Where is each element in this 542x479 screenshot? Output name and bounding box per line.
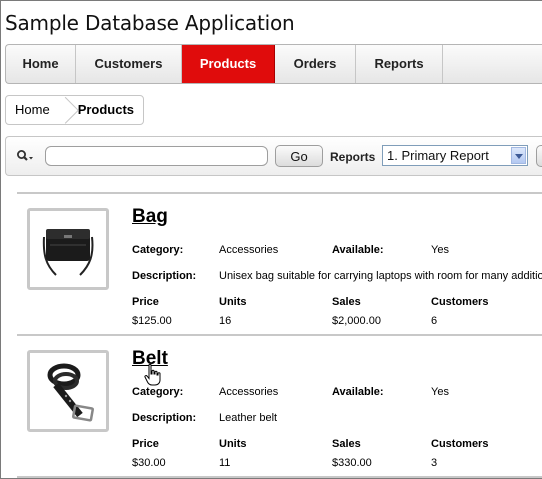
category-value: Accessories [219, 244, 279, 256]
product-name-link[interactable]: Bag [132, 206, 168, 228]
available-value: Yes [431, 244, 449, 256]
available-label: Available: [332, 386, 384, 398]
search-toolbar: Go Reports 1. Primary Report [5, 136, 542, 176]
price-label: Price [132, 296, 159, 308]
app-window: Sample Database Application Home Custome… [0, 0, 542, 479]
tab-home[interactable]: Home [6, 45, 76, 83]
price-value: $30.00 [132, 457, 166, 469]
main-nav-tabs: Home Customers Products Orders Reports [5, 44, 542, 84]
description-label: Description: [132, 412, 197, 424]
chevron-down-icon[interactable] [511, 147, 526, 164]
price-label: Price [132, 438, 159, 450]
belt-image[interactable] [27, 350, 109, 432]
customers-label: Customers [431, 296, 489, 308]
search-icon[interactable] [16, 149, 34, 163]
tab-products[interactable]: Products [182, 45, 275, 83]
units-value: 11 [219, 457, 231, 469]
tab-reports[interactable]: Reports [356, 45, 443, 83]
hand-pointer-icon [144, 363, 161, 386]
breadcrumb-separator [59, 96, 69, 124]
category-value: Accessories [219, 386, 279, 398]
sales-label: Sales [332, 296, 361, 308]
sales-value: $2,000.00 [332, 315, 381, 327]
search-input[interactable] [45, 146, 268, 166]
units-value: 16 [219, 315, 232, 327]
reports-select-value: 1. Primary Report [387, 148, 489, 163]
available-value: Yes [431, 386, 449, 398]
description-value: Leather belt [219, 412, 278, 424]
tab-customers[interactable]: Customers [76, 45, 182, 83]
bag-image[interactable] [27, 208, 109, 290]
product-row: Belt Category: Accessories Available: Ye… [17, 336, 542, 478]
units-label: Units [219, 296, 247, 308]
tab-orders[interactable]: Orders [275, 45, 356, 83]
customers-value: 3 [431, 457, 438, 469]
units-label: Units [219, 438, 247, 450]
price-value: $125.00 [132, 315, 172, 327]
sales-label: Sales [332, 438, 361, 450]
reports-select[interactable]: 1. Primary Report [382, 145, 528, 166]
customers-value: 6 [431, 315, 438, 327]
sales-value: $330.00 [332, 457, 372, 469]
breadcrumb: Home Products [5, 95, 145, 125]
divider [17, 476, 542, 478]
description-value: Unisex bag suitable for carrying laptops… [219, 270, 542, 282]
category-label: Category: [132, 244, 184, 256]
app-title: Sample Database Application [5, 11, 295, 35]
category-label: Category: [132, 386, 184, 398]
product-row: Bag Category: Accessories Available: Yes… [17, 194, 542, 336]
go-button[interactable]: Go [275, 145, 323, 167]
reports-label: Reports [330, 150, 376, 164]
breadcrumb-products: Products [77, 102, 135, 117]
actions-button[interactable] [536, 145, 542, 167]
customers-label: Customers [431, 438, 489, 450]
description-label: Description: [132, 270, 197, 282]
available-label: Available: [332, 244, 384, 256]
